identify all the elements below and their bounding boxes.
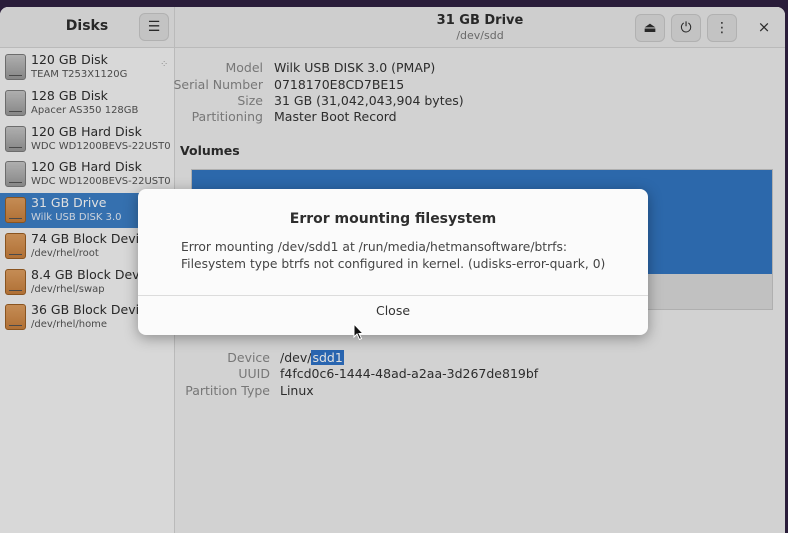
- dialog-message: Error mounting /dev/sdd1 at /run/media/h…: [181, 240, 606, 271]
- dialog-title: Error mounting filesystem: [289, 211, 497, 227]
- error-dialog: Error mounting filesystem Error mounting…: [138, 189, 648, 335]
- close-button[interactable]: Close: [138, 296, 648, 335]
- mouse-pointer-icon: [353, 323, 365, 341]
